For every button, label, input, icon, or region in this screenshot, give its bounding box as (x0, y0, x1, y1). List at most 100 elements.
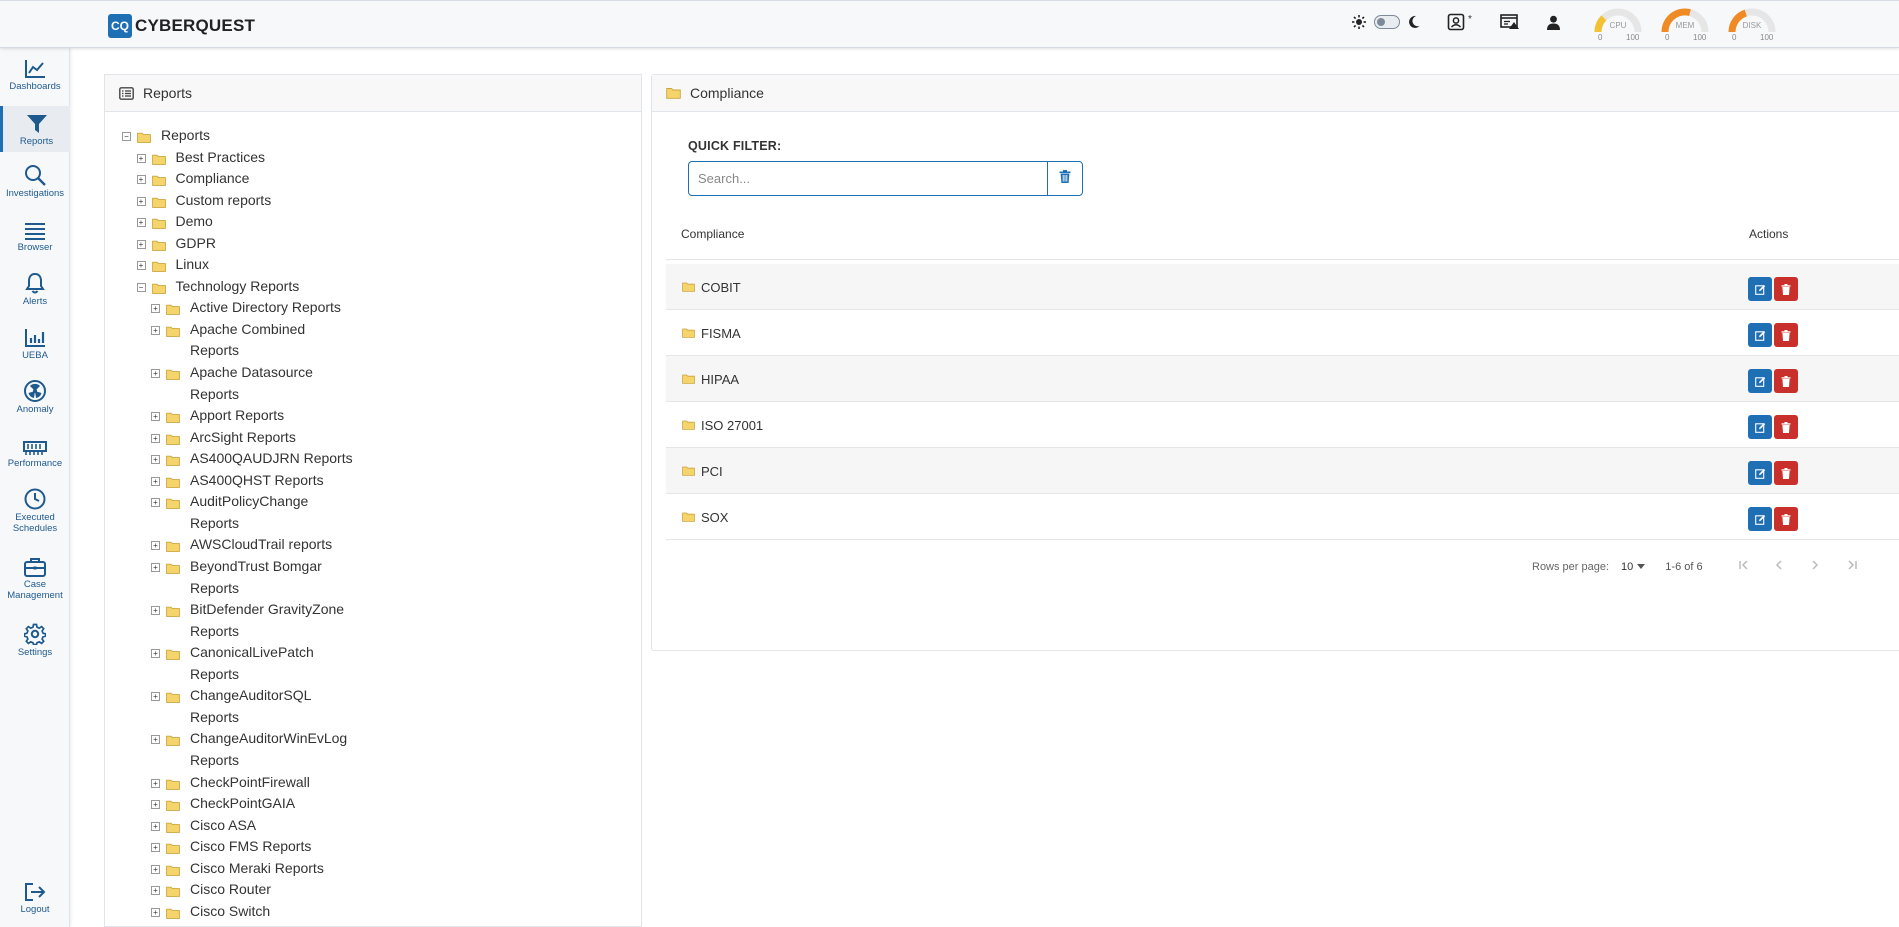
nav-anomaly[interactable]: Anomaly (0, 376, 70, 422)
tree-node[interactable]: + Active Directory Reports (151, 299, 341, 319)
table-row[interactable]: PCI (666, 448, 1899, 494)
row-label[interactable]: HIPAA (701, 372, 739, 387)
tree-node[interactable]: + CheckPointGAIA (151, 795, 295, 815)
tree-node[interactable]: + BitDefender GravityZone Reports (151, 601, 344, 642)
edit-button[interactable] (1748, 415, 1772, 439)
user-icon[interactable] (1546, 15, 1561, 30)
search-input[interactable] (688, 161, 1048, 196)
expand-icon[interactable]: + (151, 864, 160, 874)
clear-filter-button[interactable] (1047, 161, 1083, 196)
row-label[interactable]: COBIT (701, 280, 741, 295)
edit-button[interactable] (1748, 369, 1772, 393)
expand-icon[interactable]: + (151, 563, 160, 572)
delete-button[interactable] (1774, 277, 1798, 301)
expand-icon[interactable]: + (151, 369, 160, 379)
tree-node[interactable]: + ChangeAuditorWinEvLog Reports (151, 730, 347, 771)
row-label[interactable]: ISO 27001 (701, 418, 763, 433)
expand-icon[interactable]: + (151, 606, 160, 616)
row-label[interactable]: FISMA (701, 326, 741, 341)
expand-icon[interactable]: + (151, 821, 160, 831)
expand-icon[interactable]: + (136, 196, 146, 206)
tree-node[interactable]: + Cisco ASA (151, 817, 256, 837)
expand-icon[interactable]: + (136, 239, 146, 249)
expand-icon[interactable]: + (136, 153, 146, 163)
tree-node[interactable]: + Compliance (136, 170, 249, 190)
sun-icon[interactable] (1352, 15, 1366, 29)
delete-button[interactable] (1774, 369, 1798, 393)
expand-icon[interactable]: + (151, 304, 160, 314)
tree-node[interactable]: + Cisco Router (151, 881, 271, 901)
expand-icon[interactable]: + (151, 412, 160, 422)
table-row[interactable]: COBIT (666, 264, 1899, 310)
tree-node[interactable]: + ChangeAuditorSQL Reports (151, 687, 311, 728)
expand-icon[interactable]: + (151, 498, 160, 508)
user-badge-icon[interactable] (1447, 13, 1465, 31)
theme-toggle[interactable] (1374, 15, 1400, 29)
nav-executed-schedules[interactable]: Executed Schedules (0, 484, 70, 540)
nav-ueba[interactable]: UEBA (0, 322, 70, 368)
first-page-button[interactable] (1738, 559, 1750, 574)
tree-node[interactable]: + AuditPolicyChange Reports (151, 493, 308, 534)
nav-dashboards[interactable]: Dashboards (0, 53, 70, 99)
row-label[interactable]: SOX (701, 510, 728, 525)
expand-icon[interactable]: + (151, 778, 160, 788)
table-row[interactable]: SOX (666, 494, 1899, 540)
table-row[interactable]: HIPAA (666, 356, 1899, 402)
expand-icon[interactable]: + (151, 649, 160, 659)
collapse-icon[interactable]: − (136, 282, 146, 292)
previous-page-button[interactable] (1774, 559, 1784, 574)
expand-icon[interactable]: + (151, 800, 160, 810)
expand-icon[interactable]: + (151, 455, 160, 465)
table-row[interactable]: ISO 27001 (666, 402, 1899, 448)
tree-node[interactable]: + AS400QHST Reports (151, 472, 324, 492)
tree-node[interactable]: + Best Practices (136, 149, 265, 169)
tree-node[interactable]: − Reports (122, 127, 210, 147)
expand-icon[interactable]: + (136, 261, 146, 271)
moon-icon[interactable] (1408, 15, 1420, 29)
tree-node[interactable]: + Linux (136, 256, 209, 276)
row-label[interactable]: PCI (701, 464, 723, 479)
expand-icon[interactable]: + (151, 735, 160, 745)
edit-button[interactable] (1748, 277, 1772, 301)
tree-node[interactable]: + AWSCloudTrail reports (151, 536, 332, 556)
nav-case-management[interactable]: Case Management (0, 551, 70, 607)
tree-node[interactable]: + ArcSight Reports (151, 429, 296, 449)
edit-button[interactable] (1748, 323, 1772, 347)
nav-alerts[interactable]: Alerts (0, 268, 70, 314)
expand-icon[interactable]: + (136, 218, 146, 228)
next-page-button[interactable] (1810, 559, 1820, 574)
delete-button[interactable] (1774, 323, 1798, 347)
expand-icon[interactable]: + (151, 325, 160, 335)
tree-node[interactable]: + GDPR (136, 235, 216, 255)
last-page-button[interactable] (1846, 559, 1858, 574)
expand-icon[interactable]: + (151, 886, 160, 896)
tree-node[interactable]: + Demo (136, 213, 213, 233)
edit-button[interactable] (1748, 461, 1772, 485)
tree-node[interactable]: + CheckPointFirewall (151, 774, 310, 794)
nav-browser[interactable]: Browser (0, 214, 70, 260)
expand-icon[interactable]: + (136, 175, 146, 185)
tree-node[interactable]: + Custom reports (136, 192, 271, 212)
delete-button[interactable] (1774, 461, 1798, 485)
app-logo[interactable]: CQ CYBERQUEST (108, 14, 255, 38)
tree-node[interactable]: + Apache Datasource Reports (151, 364, 313, 405)
table-row[interactable]: FISMA (666, 310, 1899, 356)
collapse-icon[interactable]: − (122, 132, 131, 141)
tree-node[interactable]: + Cisco Switch (151, 903, 270, 923)
expand-icon[interactable]: + (151, 541, 160, 551)
tree-node[interactable]: + Cisco FMS Reports (151, 838, 311, 858)
nav-settings[interactable]: Settings (0, 619, 70, 665)
delete-button[interactable] (1774, 507, 1798, 531)
expand-icon[interactable]: + (151, 476, 160, 486)
edit-button[interactable] (1748, 507, 1772, 531)
expand-icon[interactable]: + (151, 692, 160, 702)
nav-reports[interactable]: Reports (0, 106, 70, 152)
tree-node[interactable]: + Apport Reports (151, 407, 284, 427)
nav-logout[interactable]: Logout (0, 876, 70, 922)
column-header-compliance[interactable]: Compliance (681, 227, 744, 241)
expand-icon[interactable]: + (151, 433, 160, 443)
tree-node[interactable]: + BeyondTrust Bomgar Reports (151, 558, 322, 599)
tree-node[interactable]: − Technology Reports (136, 278, 299, 298)
tree-node[interactable]: + AS400QAUDJRN Reports (151, 450, 353, 470)
tree-node[interactable]: + CanonicalLivePatch Reports (151, 644, 314, 685)
